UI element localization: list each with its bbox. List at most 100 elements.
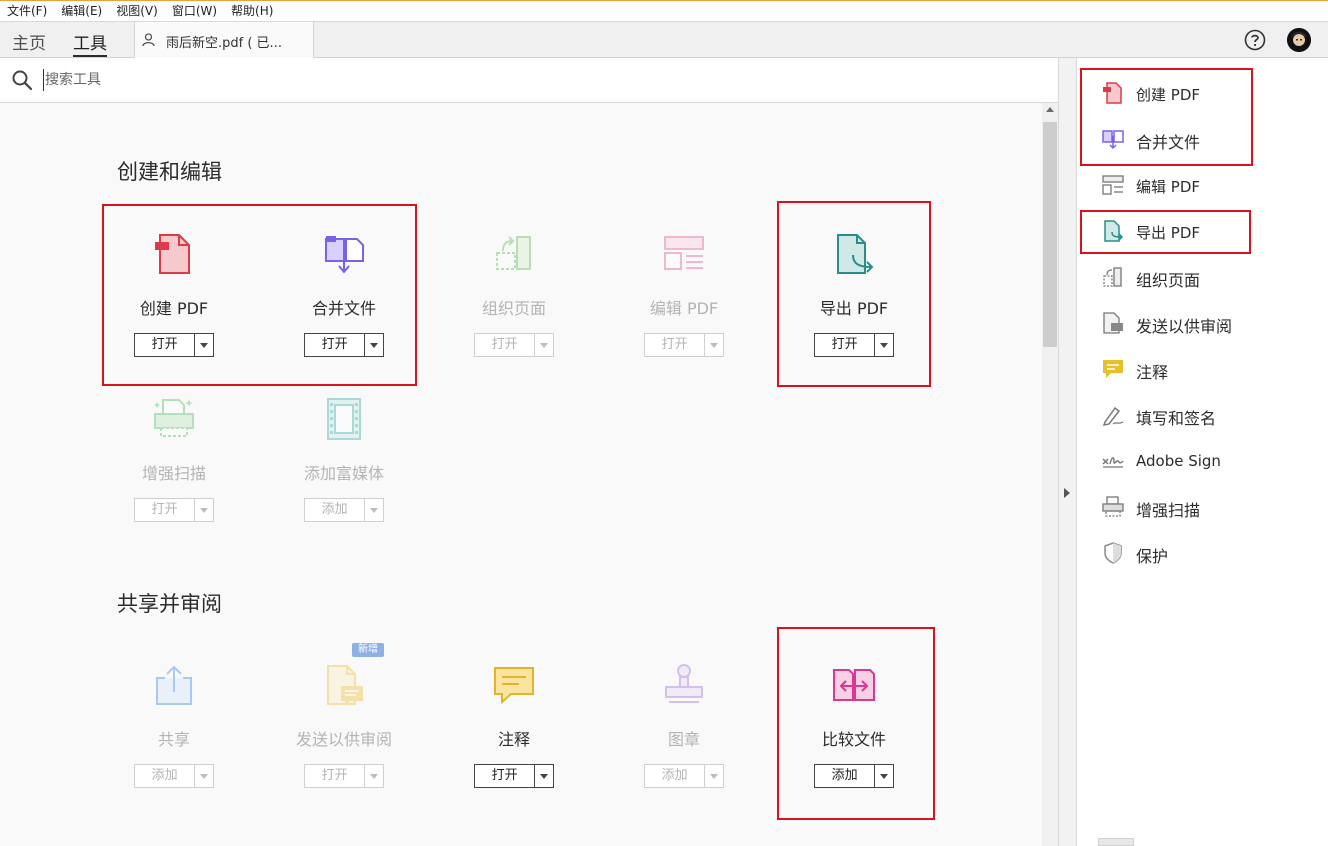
- tool-share[interactable]: 共享 添加: [94, 634, 254, 794]
- send-review-icon: [1103, 312, 1123, 334]
- rpanel-item-comment[interactable]: 注释: [1077, 351, 1328, 387]
- highlight-box-rpanel-create-combine: [1080, 68, 1253, 166]
- open-label[interactable]: 打开: [475, 334, 536, 356]
- tool-add-button[interactable]: 添加: [134, 764, 214, 788]
- panel-splitter[interactable]: [1058, 58, 1077, 846]
- dropdown-arrow-icon[interactable]: [535, 765, 553, 787]
- enhance-scan-icon: [154, 399, 194, 437]
- tool-name: 添加富媒体: [303, 464, 384, 483]
- shared-user-icon: [142, 33, 155, 46]
- help-icon[interactable]: [1244, 29, 1266, 51]
- tools-center: 创建和编辑 共享并审阅 创建 PDF 打开 合并文件 打开 组织页面 打开 编辑…: [0, 103, 1042, 846]
- rpanel-item-organize-pages[interactable]: 组织页面: [1077, 259, 1328, 295]
- edit-pdf-icon: [1102, 175, 1124, 195]
- add-label[interactable]: 添加: [645, 765, 706, 787]
- organize-pages-icon: [496, 236, 531, 270]
- rpanel-label: 注释: [1136, 363, 1169, 382]
- highlight-box-export: [777, 201, 931, 387]
- tool-name: 注释: [497, 730, 530, 749]
- highlight-box-create-combine: [102, 204, 417, 386]
- dropdown-arrow-icon[interactable]: [365, 499, 383, 521]
- collapse-panel-arrow-icon[interactable]: [1064, 488, 1070, 498]
- tool-open-button[interactable]: 打开: [644, 333, 724, 357]
- add-label[interactable]: 添加: [135, 765, 196, 787]
- rpanel-label: 保护: [1136, 547, 1169, 566]
- tool-add-button[interactable]: 添加: [304, 498, 384, 522]
- tool-name: 发送以供审阅: [295, 730, 392, 749]
- open-label[interactable]: 打开: [305, 765, 366, 787]
- comment-icon: [494, 667, 534, 705]
- menu-help[interactable]: 帮助(H): [224, 1, 280, 21]
- tool-name: 组织页面: [481, 299, 546, 318]
- tool-add-button[interactable]: 添加: [644, 764, 724, 788]
- tool-open-button[interactable]: 打开: [134, 498, 214, 522]
- tool-stamp[interactable]: 图章 添加: [604, 634, 764, 794]
- open-label[interactable]: 打开: [135, 499, 196, 521]
- edit-pdf-icon: [664, 236, 704, 270]
- rpanel-item-send-review[interactable]: 发送以供审阅: [1077, 305, 1328, 341]
- scroll-up-arrow-icon[interactable]: [1046, 107, 1054, 112]
- rpanel-label: 编辑 PDF: [1136, 178, 1200, 196]
- adobe-sign-icon: [1102, 457, 1124, 468]
- rpanel-label: Adobe Sign: [1136, 452, 1221, 470]
- tool-open-button[interactable]: 打开: [304, 764, 384, 788]
- scroll-thumb[interactable]: [1043, 122, 1057, 347]
- tool-enhance-scan[interactable]: 增强扫描 打开: [94, 368, 254, 528]
- rpanel-label: 发送以供审阅: [1136, 317, 1233, 336]
- tab-home[interactable]: 主页: [12, 29, 46, 54]
- menu-edit[interactable]: 编辑(E): [54, 1, 109, 21]
- enhance-scan-icon: [1102, 496, 1124, 517]
- tool-open-button[interactable]: 打开: [474, 333, 554, 357]
- tool-name: 增强扫描: [141, 464, 206, 483]
- active-tab-underline: [73, 55, 107, 57]
- new-badge: 新增: [352, 643, 384, 657]
- panel-resize-handle[interactable]: [1098, 838, 1134, 846]
- tool-name: 共享: [157, 730, 190, 749]
- vertical-scrollbar[interactable]: [1042, 103, 1058, 846]
- menu-file[interactable]: 文件(F): [0, 1, 54, 21]
- rpanel-item-edit-pdf[interactable]: 编辑 PDF: [1077, 167, 1328, 203]
- rich-media-icon: [327, 398, 361, 440]
- open-label[interactable]: 打开: [475, 765, 536, 787]
- dropdown-arrow-icon[interactable]: [705, 334, 723, 356]
- tool-open-button[interactable]: 打开: [474, 764, 554, 788]
- tab-tools[interactable]: 工具: [73, 29, 107, 54]
- dropdown-arrow-icon[interactable]: [535, 334, 553, 356]
- tool-name: 图章: [667, 730, 700, 749]
- shield-icon: [1104, 542, 1122, 564]
- dropdown-arrow-icon[interactable]: [195, 499, 213, 521]
- fill-sign-icon: [1102, 406, 1124, 426]
- avatar[interactable]: [1287, 28, 1311, 52]
- tab-bar: 主页 工具 雨后新空.pdf ( 已...: [0, 21, 1328, 58]
- menu-bar: 文件(F) 编辑(E) 视图(V) 窗口(W) 帮助(H): [0, 1, 1328, 21]
- open-label[interactable]: 打开: [645, 334, 706, 356]
- menu-view[interactable]: 视图(V): [109, 1, 165, 21]
- share-icon: [156, 665, 192, 705]
- tool-rich-media[interactable]: 添加富媒体 添加: [264, 368, 424, 528]
- avatar-image-icon: [1287, 28, 1311, 52]
- tool-organize-pages[interactable]: 组织页面 打开: [434, 203, 594, 363]
- tool-name: 编辑 PDF: [649, 299, 719, 318]
- tool-search-bar: [0, 58, 1058, 103]
- tool-edit-pdf[interactable]: 编辑 PDF 打开: [604, 203, 764, 363]
- rpanel-item-fill-sign[interactable]: 填写和签名: [1077, 397, 1328, 433]
- tool-comment[interactable]: 注释 打开: [434, 634, 594, 794]
- dropdown-arrow-icon[interactable]: [705, 765, 723, 787]
- stamp-icon: [665, 664, 703, 703]
- dropdown-arrow-icon[interactable]: [365, 765, 383, 787]
- menu-window[interactable]: 窗口(W): [165, 1, 224, 21]
- document-tab[interactable]: 雨后新空.pdf ( 已...: [134, 22, 314, 58]
- rpanel-label: 组织页面: [1136, 271, 1201, 290]
- organize-pages-icon: [1103, 267, 1122, 287]
- dropdown-arrow-icon[interactable]: [195, 765, 213, 787]
- search-input[interactable]: [43, 69, 443, 91]
- search-icon: [12, 70, 33, 91]
- tool-send-review[interactable]: 发送以供审阅 打开: [264, 634, 424, 794]
- rpanel-item-enhance-scan[interactable]: 增强扫描: [1077, 489, 1328, 525]
- rpanel-label: 填写和签名: [1136, 409, 1217, 428]
- add-label[interactable]: 添加: [305, 499, 366, 521]
- document-tab-title: 雨后新空.pdf ( 已...: [166, 36, 282, 51]
- highlight-box-compare: [777, 627, 935, 820]
- rpanel-item-protect[interactable]: 保护: [1077, 535, 1328, 571]
- rpanel-item-adobe-sign[interactable]: Adobe Sign: [1077, 443, 1328, 479]
